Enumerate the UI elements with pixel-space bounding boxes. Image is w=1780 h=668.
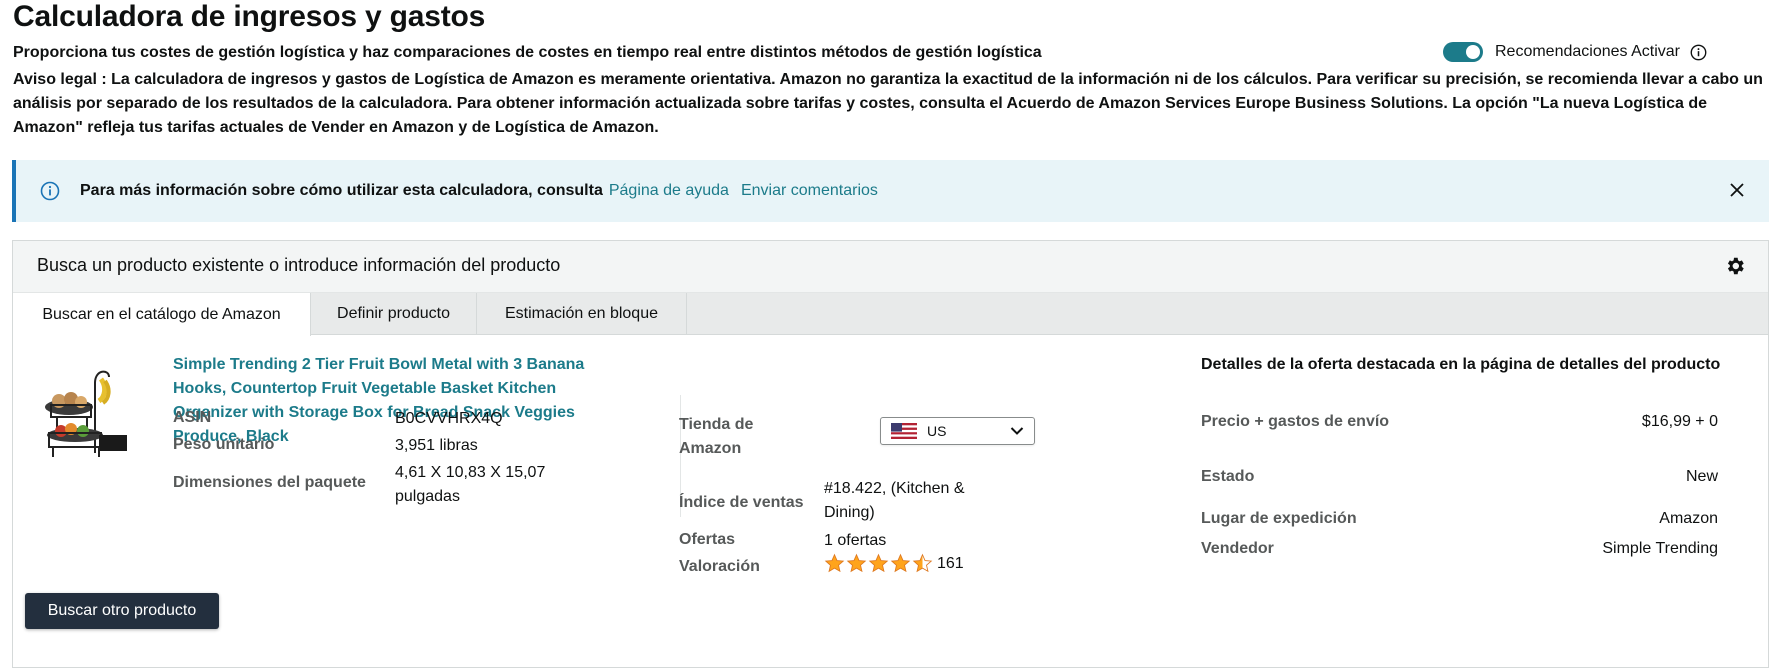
marketplace-select[interactable]: US (880, 417, 1035, 445)
asin-label: ASIN (173, 409, 212, 426)
store-label: Tienda de Amazon (679, 416, 754, 457)
asin-value: B0CVVHRX4Q (395, 410, 503, 427)
featured-offer-heading: Detalles de la oferta destacada en la pá… (1201, 356, 1721, 373)
page-subtitle: Proporciona tus costes de gestión logíst… (13, 44, 1042, 61)
price-label: Precio + gastos de envío (1201, 413, 1390, 430)
sales-rank-label: Índice de ventas (679, 494, 804, 511)
recommendations-label: Recomendaciones Activar (1495, 43, 1680, 60)
help-page-link[interactable]: Página de ayuda (609, 182, 729, 200)
chevron-down-icon (1010, 427, 1024, 435)
star-full-icon (824, 553, 845, 573)
price-value: $16,99 + 0 (1641, 413, 1718, 430)
product-search-panel: Busca un producto existente o introduce … (12, 240, 1769, 668)
panel-title: Busca un producto existente o introduce … (37, 255, 561, 275)
star-full-icon (846, 553, 867, 573)
weight-label: Peso unitario (173, 436, 275, 453)
page-title: Calculadora de ingresos y gastos (13, 0, 486, 33)
product-thumbnail (45, 370, 127, 457)
close-icon[interactable] (1727, 180, 1747, 200)
search-tabs: Buscar en el catálogo de Amazon Definir … (13, 293, 1768, 336)
us-flag-icon (891, 423, 917, 439)
help-banner: Para más información sobre cómo utilizar… (12, 160, 1769, 222)
sales-rank-value: #18.422, (Kitchen & Dining) (824, 480, 965, 521)
banner-text: Para más información sobre cómo utilizar… (80, 182, 603, 199)
seller-label: Vendedor (1201, 540, 1274, 557)
seller-value: Simple Trending (1602, 540, 1718, 557)
legal-label: Aviso legal (13, 71, 97, 88)
rating-count[interactable]: 161 (937, 555, 964, 573)
gear-icon[interactable] (1724, 255, 1746, 277)
recommendations-toggle[interactable] (1443, 42, 1483, 62)
ship-from-value: Amazon (1659, 510, 1718, 527)
offers-value: 1 ofertas (824, 532, 887, 549)
weight-value: 3,951 libras (395, 437, 478, 454)
dimensions-label: Dimensiones del paquete (173, 474, 366, 491)
star-half-icon (912, 553, 933, 573)
info-circle-icon (40, 181, 60, 201)
toggle-knob (1466, 45, 1480, 59)
condition-value: New (1685, 468, 1718, 485)
revenue-calculator-page: Calculadora de ingresos y gastos Proporc… (0, 0, 1780, 668)
recommendations-toggle-group: Recomendaciones Activar (1443, 40, 1707, 64)
star-full-icon (868, 553, 889, 573)
marketplace-value: US (927, 423, 947, 439)
tab-define-product[interactable]: Definir producto (311, 293, 477, 335)
send-feedback-link[interactable]: Enviar comentarios (741, 182, 878, 200)
tab-bulk-estimate[interactable]: Estimación en bloque (477, 293, 687, 335)
rating-stars: 161 (824, 553, 964, 574)
ship-from-label: Lugar de expedición (1201, 510, 1357, 527)
legal-notice: Aviso legal : La calculadora de ingresos… (13, 68, 1763, 140)
star-full-icon (890, 553, 911, 573)
rating-label: Valoración (679, 558, 760, 575)
offers-label: Ofertas (679, 531, 736, 548)
search-other-product-button[interactable]: Buscar otro producto (25, 593, 219, 629)
panel-header: Busca un producto existente o introduce … (13, 241, 1768, 293)
info-icon[interactable] (1690, 44, 1707, 61)
condition-label: Estado (1201, 468, 1255, 485)
dimensions-value: 4,61 X 10,83 X 15,07 pulgadas (395, 464, 546, 505)
tab-catalog-search[interactable]: Buscar en el catálogo de Amazon (13, 293, 311, 336)
legal-text: : La calculadora de ingresos y gastos de… (13, 71, 1763, 136)
